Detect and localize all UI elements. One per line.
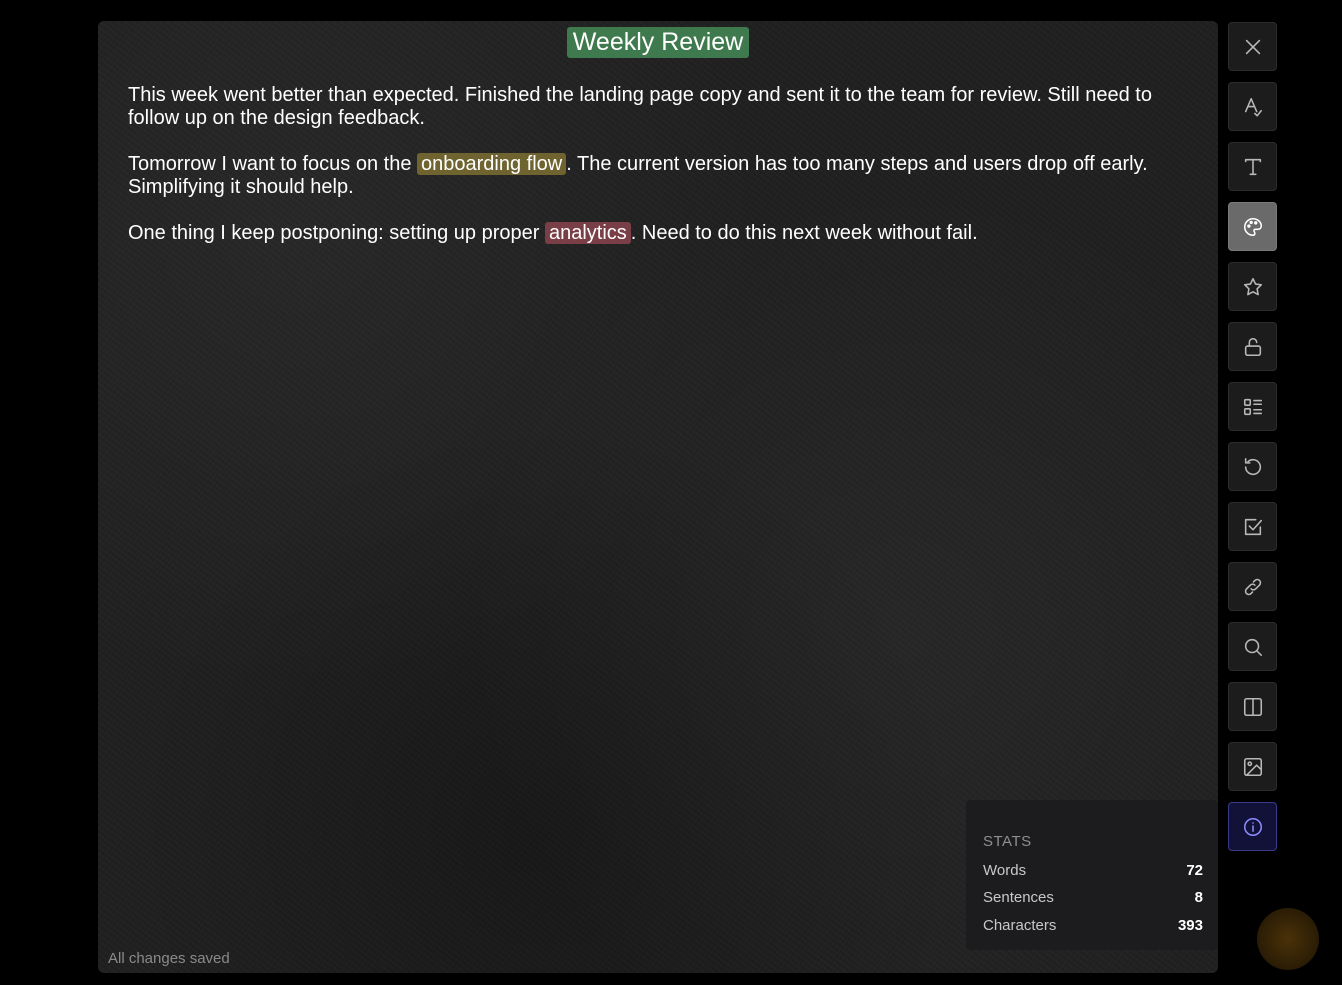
close-icon [1245, 39, 1260, 54]
paragraph-text: One thing I keep postponing: setting up … [128, 222, 545, 244]
document-body[interactable]: This week went better than expected. Fin… [128, 84, 1168, 268]
theme-button[interactable] [1228, 202, 1277, 251]
palette-icon [1243, 217, 1262, 236]
image-icon [1243, 757, 1262, 776]
history-button[interactable] [1228, 442, 1277, 491]
link-icon [1244, 578, 1261, 595]
paragraph-text: This week went better than expected. Fin… [128, 84, 1152, 129]
highlight-yellow[interactable]: onboarding flow [417, 153, 567, 175]
document-title[interactable]: Weekly Review [566, 27, 750, 58]
stats-row-words: Words 72 [983, 862, 1203, 880]
stats-title: STATS [983, 833, 1032, 850]
outline-button[interactable] [1228, 382, 1277, 431]
stats-row-characters: Characters 393 [983, 917, 1203, 935]
highlight-red[interactable]: analytics [544, 222, 631, 244]
split-view-button[interactable] [1228, 682, 1277, 731]
paragraph-text: Tomorrow I want to focus on the [128, 153, 418, 175]
stats-panel: STATS Words 72 Sentences 8 Characters 39… [966, 800, 1218, 950]
checklist-button[interactable] [1228, 502, 1277, 551]
floating-action-button[interactable] [1257, 908, 1319, 970]
link-button[interactable] [1228, 562, 1277, 611]
stats-label: Sentences [983, 889, 1054, 906]
save-status: All changes saved [108, 950, 230, 967]
unlock-icon [1244, 337, 1261, 356]
list-icon [1243, 398, 1262, 415]
stats-value: 72 [1186, 862, 1203, 879]
editor-panel: Weekly Review This week went better than… [98, 21, 1218, 973]
paragraph-3[interactable]: One thing I keep postponing: setting up … [128, 222, 1168, 245]
stats-label: Words [983, 862, 1027, 879]
stats-value: 8 [1194, 889, 1203, 906]
close-button[interactable] [1228, 22, 1277, 71]
info-icon [1243, 817, 1262, 836]
paragraph-2[interactable]: Tomorrow I want to focus on the onboardi… [128, 153, 1168, 199]
stats-row-sentences: Sentences 8 [983, 889, 1203, 907]
title-row: Weekly Review [98, 27, 1218, 58]
font-button[interactable] [1228, 142, 1277, 191]
search-icon [1244, 638, 1262, 656]
checkbox-icon [1244, 518, 1262, 535]
lock-button[interactable] [1228, 322, 1277, 371]
spellcheck-button[interactable] [1228, 82, 1277, 131]
stats-value: 393 [1177, 917, 1203, 934]
history-icon [1244, 457, 1261, 475]
search-button[interactable] [1228, 622, 1277, 671]
stats-label: Characters [983, 917, 1057, 934]
paragraph-1[interactable]: This week went better than expected. Fin… [128, 84, 1168, 130]
info-button[interactable] [1228, 802, 1277, 851]
paragraph-text: . Need to do this next week without fail… [630, 222, 978, 244]
image-button[interactable] [1228, 742, 1277, 791]
spellcheck-icon [1244, 97, 1262, 116]
font-icon [1244, 158, 1261, 175]
favorite-button[interactable] [1228, 262, 1277, 311]
split-view-icon [1243, 697, 1262, 716]
star-icon [1243, 277, 1262, 295]
